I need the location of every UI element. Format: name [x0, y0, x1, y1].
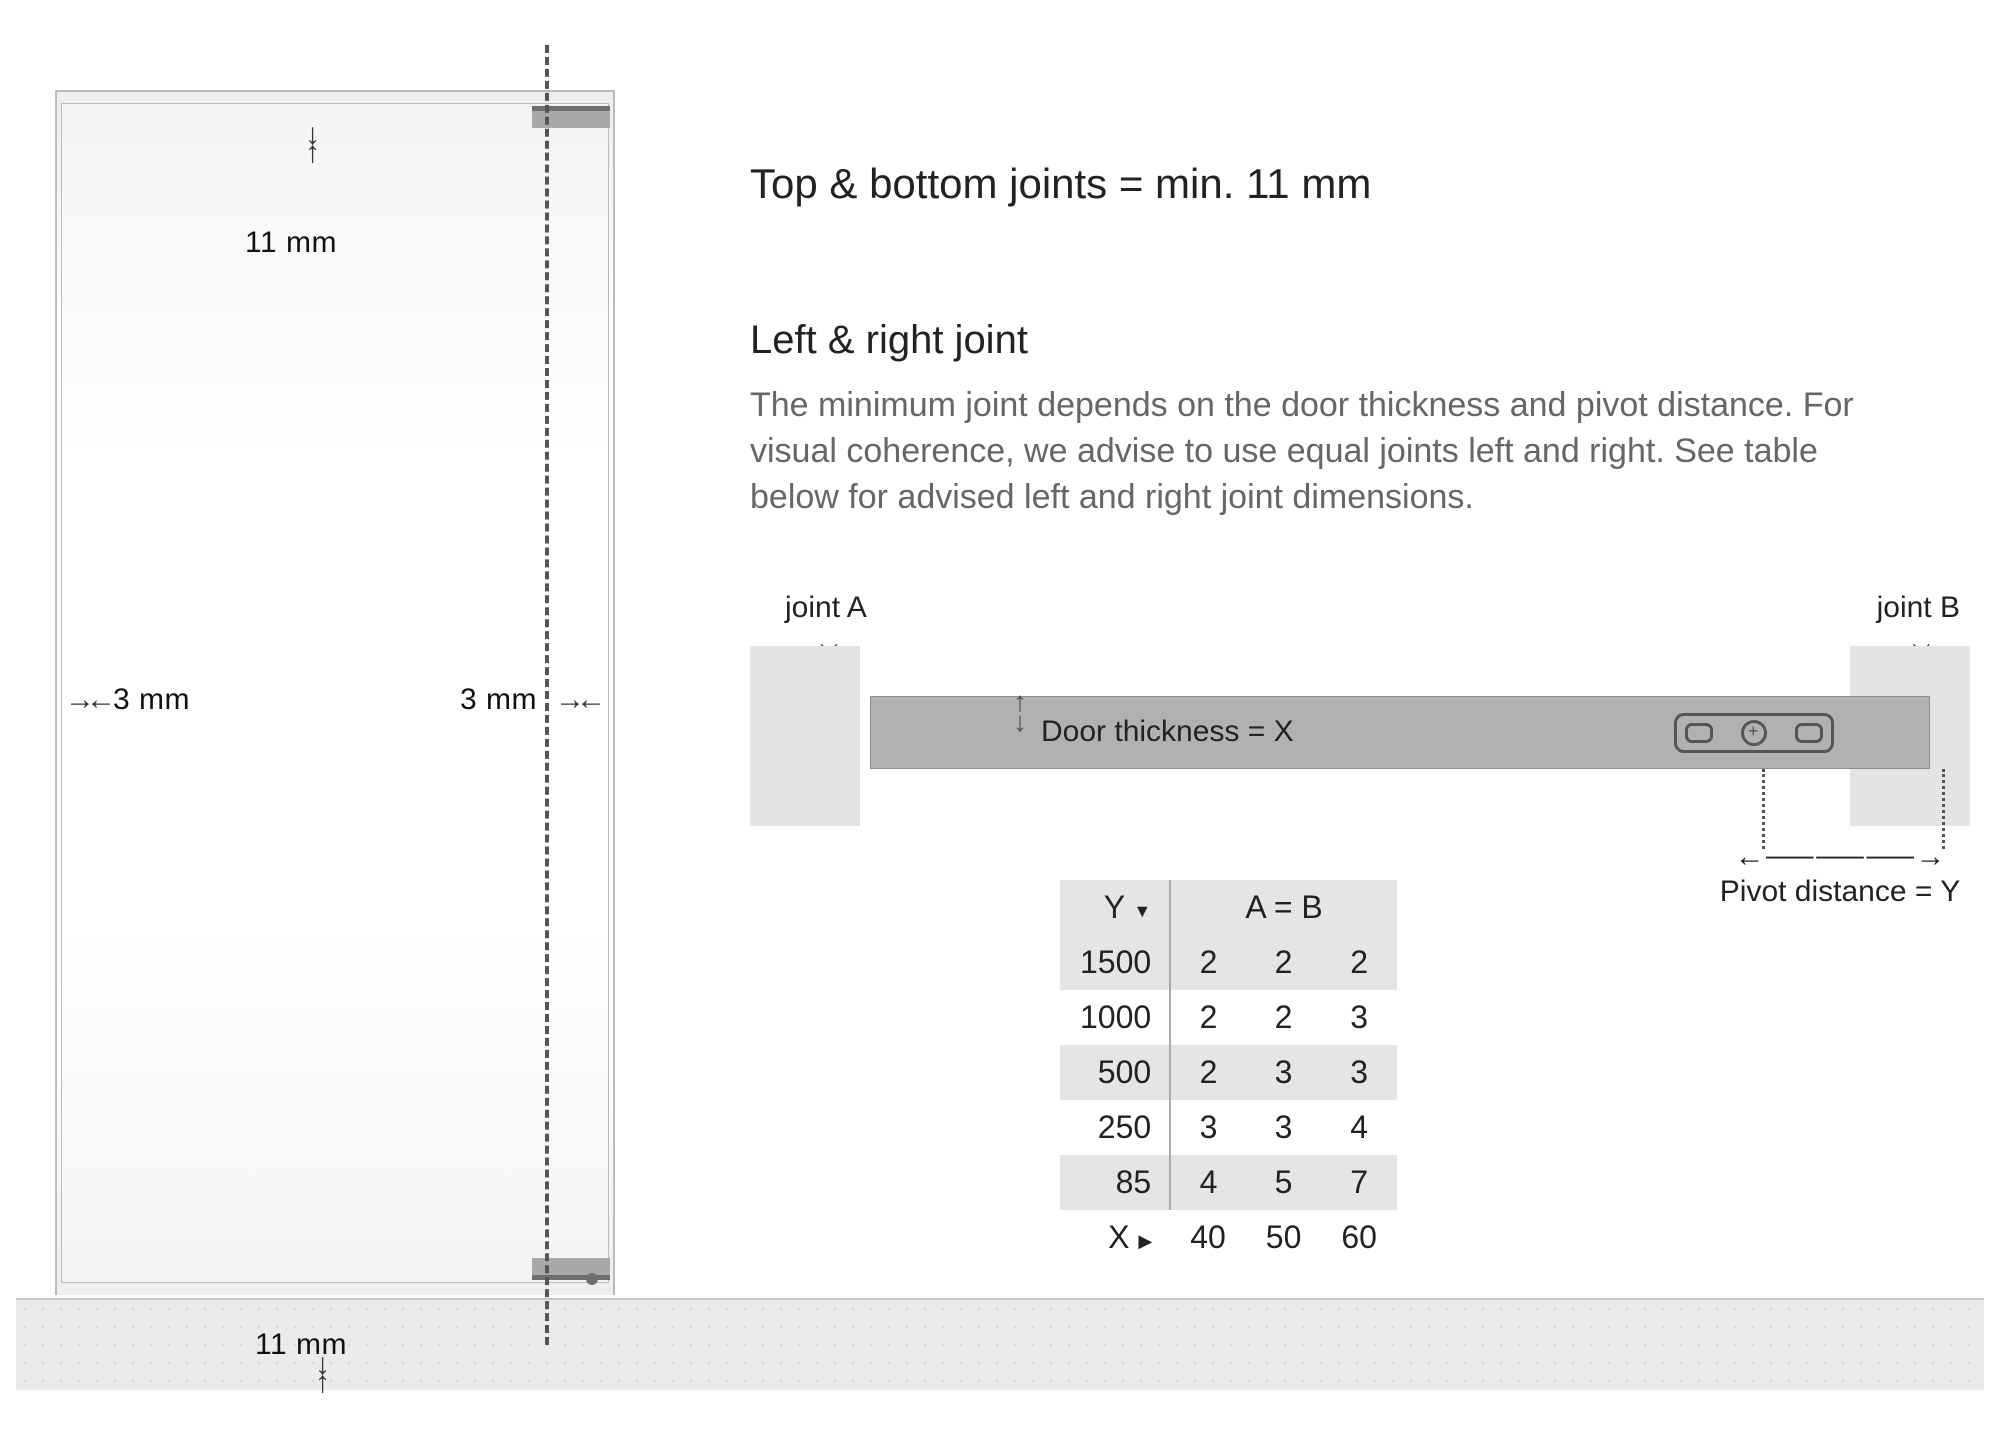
table-row: 85 4 5 7: [1060, 1155, 1397, 1210]
arrow-down-up-icon: ↓↑: [315, 1356, 330, 1392]
table-row: 1500 2 2 2: [1060, 935, 1397, 990]
pivot-distance-label: Pivot distance = Y: [1720, 875, 1960, 908]
section-body: The minimum joint depends on the door th…: [750, 383, 1880, 521]
dim-bottom-value: 11 mm: [255, 1328, 347, 1361]
joint-a-text: joint A: [785, 591, 867, 624]
spec-content: Top & bottom joints = min. 11 mm Left & …: [750, 160, 1930, 891]
pivot-distance-dim: ⸺⸺⸺ Pivot distance = Y: [1710, 831, 1970, 909]
thickness-label: Door thickness = X: [1041, 715, 1294, 749]
table-ab-header: A = B: [1170, 880, 1397, 935]
dim-right-value: 3 mm: [460, 683, 537, 716]
arrow-left-right-icon: ⸺⸺⸺: [1710, 831, 1970, 875]
top-pivot-hardware: [532, 106, 610, 128]
pivot-centerline: [545, 45, 549, 1345]
table-x-header: X ▶: [1060, 1210, 1170, 1265]
arrow-up-down-icon: ↑↓: [1013, 692, 1027, 732]
table-y-header: Y ▼: [1060, 880, 1170, 935]
table-row: 500 2 3 3: [1060, 1045, 1397, 1100]
headline: Top & bottom joints = min. 11 mm: [750, 160, 1930, 208]
arrow-down-up-icon: ↓↑: [305, 126, 320, 162]
triangle-right-icon: ▶: [1138, 1231, 1152, 1251]
dim-right-joint: 3 mm →←: [460, 683, 537, 717]
wall-left: [750, 646, 860, 826]
door-topview: joint A → ← joint B → ← ↑↓ Door thicknes…: [750, 591, 1930, 891]
joint-table: Y ▼ A = B 1500 2 2 2 1000 2 2 3 500 2 3 …: [1060, 880, 1397, 1265]
table-row: 1000 2 2 3: [1060, 990, 1397, 1045]
joint-b-text: joint B: [1877, 591, 1960, 624]
bottom-pivot-hardware: [532, 1258, 610, 1280]
door-elevation: ↓↑ 11 mm 11 mm ↓↑ →← 3 mm 3 mm →←: [55, 90, 615, 1295]
dim-top-joint: ↓↑ 11 mm: [245, 226, 337, 260]
triangle-down-icon: ▼: [1133, 901, 1151, 921]
dim-left-value: 3 mm: [113, 683, 190, 716]
table-row: 250 3 3 4: [1060, 1100, 1397, 1155]
section-title: Left & right joint: [750, 318, 1930, 363]
arrow-right-left-icon: →←: [555, 683, 597, 717]
door-top-section: ↑↓ Door thickness = X: [870, 696, 1930, 769]
dim-left-joint: →← 3 mm: [55, 683, 190, 717]
dim-top-value: 11 mm: [245, 226, 337, 259]
dim-bottom-joint: 11 mm ↓↑: [255, 1328, 347, 1362]
pivot-hinge-icon: [1674, 713, 1834, 753]
table-x-footer: X ▶ 40 50 60: [1060, 1210, 1397, 1265]
arrow-right-left-icon: →←: [65, 683, 107, 717]
